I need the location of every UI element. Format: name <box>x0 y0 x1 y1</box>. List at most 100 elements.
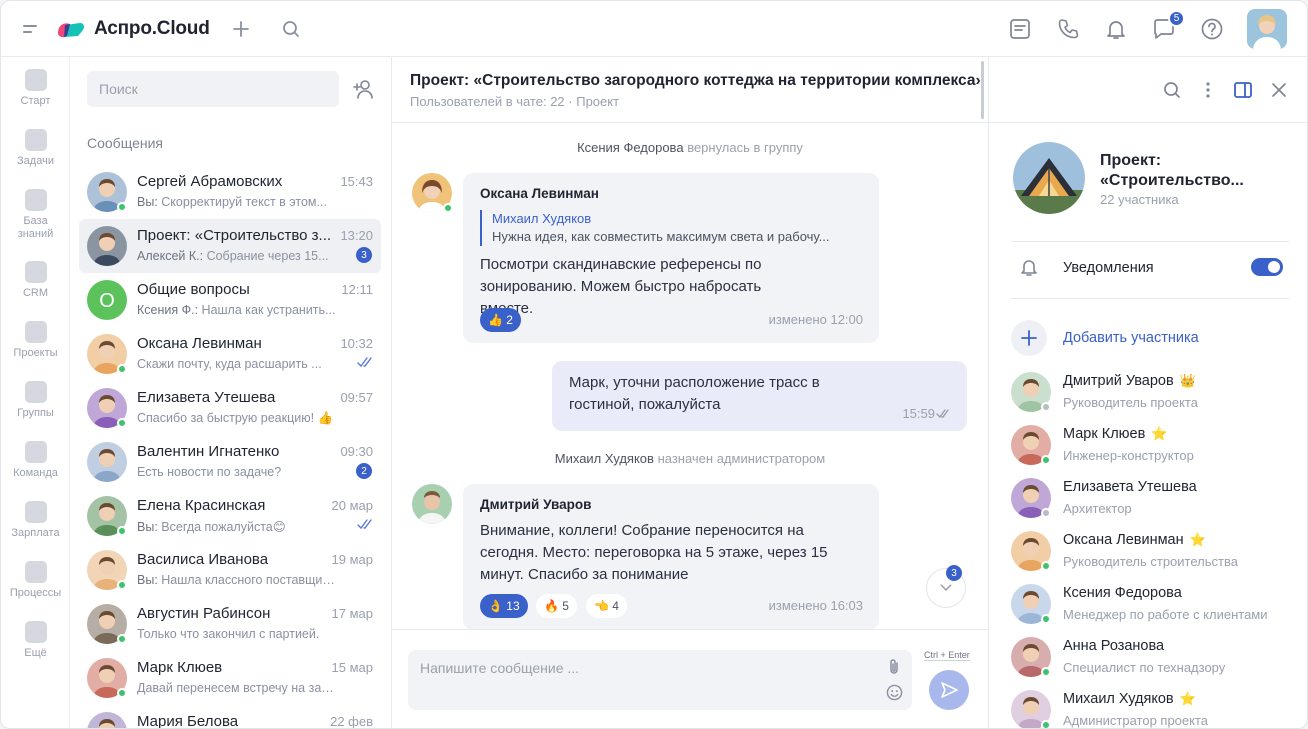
emoji-icon[interactable] <box>886 684 903 701</box>
message-quote[interactable]: Михаил Худяков Нужна идея, как совместит… <box>480 210 829 246</box>
messages-section-title: Сообщения <box>87 135 163 151</box>
message-bubble[interactable]: Оксана Левинман Михаил Худяков Нужна иде… <box>463 173 879 343</box>
nav-item-7[interactable]: Команда <box>1 441 70 480</box>
chat-preview: Вы: Всегда пожалуйста😊 <box>137 519 337 534</box>
quote-author: Михаил Худяков <box>492 211 592 226</box>
fire-icon: 🔥 <box>544 599 559 613</box>
read-checks-icon <box>357 357 372 368</box>
member-item[interactable]: Михаил Худяков ⭐ Администратор проекта <box>1011 687 1301 728</box>
nav-item-10[interactable]: Ещё <box>1 621 70 660</box>
notifications-toggle[interactable] <box>1251 258 1283 276</box>
member-item[interactable]: Дмитрий Уваров 👑 Руководитель проекта <box>1011 369 1301 417</box>
plus-icon[interactable] <box>231 19 251 39</box>
chat-preview: Есть новости по задаче? <box>137 465 337 479</box>
bell-icon[interactable] <box>1103 16 1129 42</box>
member-name-text: Елизавета Утешева <box>1063 479 1197 495</box>
send-button[interactable] <box>929 670 969 710</box>
member-item[interactable]: Оксана Левинман ⭐ Руководитель строительст… <box>1011 528 1301 576</box>
chat-search-input[interactable] <box>87 71 339 107</box>
chat-icon[interactable]: 5 <box>1151 10 1185 42</box>
chat-list-item[interactable]: Сергей Абрамовских 15:43 Вы: Скорректируй … <box>79 165 381 219</box>
reaction-thumbs-up[interactable]: 👍 2 <box>480 308 521 332</box>
chat-list-item[interactable]: Оксана Левинман 10:32 Скажи почту, куда р… <box>79 327 381 381</box>
message-input[interactable] <box>408 650 912 710</box>
menu-icon[interactable] <box>23 21 41 37</box>
status-indicator <box>1041 667 1051 677</box>
conversation-header: Проект: «Строительство загородного котте… <box>392 57 988 123</box>
more-vertical-icon[interactable] <box>1197 79 1219 101</box>
search-icon[interactable] <box>281 19 301 39</box>
chat-preview-author: Вы: <box>137 573 158 587</box>
member-name-text: Оксана Левинман <box>1063 532 1184 548</box>
chat-list-item[interactable]: Августин Рабинсон 17 мар Только что закон… <box>79 597 381 651</box>
message-text: Посмотри скандинавские референсы по зони… <box>480 256 762 317</box>
chat-list-item[interactable]: Елизавета Утешева 09:57 Спасибо за быстру… <box>79 381 381 435</box>
attachment-icon[interactable] <box>886 658 902 676</box>
member-role: Руководитель проекта <box>1063 395 1198 410</box>
nav-item-9[interactable]: Процессы <box>1 561 70 600</box>
chat-list-item[interactable]: Валентин Игнатенко 09:30 Есть новости по … <box>79 435 381 489</box>
message-avatar[interactable] <box>412 484 452 524</box>
nav-item-6[interactable]: Группы <box>1 381 70 420</box>
panel-toggle-icon[interactable] <box>1232 79 1254 101</box>
reaction-fire[interactable]: 🔥 5 <box>536 594 577 618</box>
chat-preview-text: Собрание через 15... <box>206 249 329 263</box>
chat-time: 15 мар <box>331 660 373 675</box>
member-item[interactable]: Елизавета Утешева Архитектор <box>1011 475 1301 523</box>
member-role: Менеджер по работе с клиентами <box>1063 607 1268 622</box>
top-actions: 5 <box>985 9 1287 49</box>
chat-time: 15:43 <box>340 174 373 189</box>
chat-preview: Только что закончил с партией. <box>137 627 337 641</box>
chat-avatar: О <box>87 280 127 320</box>
nav-item-8[interactable]: Зарплата <box>1 501 70 540</box>
read-checks-icon <box>357 519 372 530</box>
reaction-point[interactable]: 👈 4 <box>586 594 627 618</box>
member-item[interactable]: Анна Розанова Специалист по технадзору <box>1011 634 1301 682</box>
close-icon[interactable] <box>1268 79 1290 101</box>
chat-list-item[interactable]: Мария Белова 22 фев <box>79 705 381 729</box>
nav-item-label: Процессы <box>9 587 62 599</box>
chat-list: Сообщения Сергей Абрамовских15:43Вы: Ско… <box>70 57 392 729</box>
composer: Ctrl + Enter <box>392 629 988 728</box>
chat-list-item[interactable]: Проект: «Строительство з... 13:20 Алексей … <box>79 219 381 273</box>
chat-name: Проект: «Строительство з... <box>137 227 332 244</box>
reaction-ok-hand[interactable]: 👌 13 <box>480 594 528 618</box>
my-message-bubble[interactable]: Марк, уточни расположение трасс в гостин… <box>552 361 967 431</box>
nav-item-label: CRM <box>22 287 49 299</box>
member-name: Оксана Левинман ⭐ <box>1063 532 1206 548</box>
nav-item-5[interactable]: Проекты <box>1 321 70 360</box>
member-item[interactable]: Марк Клюев ⭐ Инженер-конструктор <box>1011 422 1301 470</box>
chat-list-item[interactable]: О Общие вопросы 12:11 Ксения Ф.: Нашла как … <box>79 273 381 327</box>
add-member-button[interactable]: Добавить участника <box>1011 320 1261 356</box>
nav-item-2[interactable]: Задачи <box>1 129 70 168</box>
user-avatar[interactable] <box>1247 9 1287 49</box>
chat-list-item[interactable]: Василиса Иванова 19 мар Вы: Нашла классног… <box>79 543 381 597</box>
message-bubble[interactable]: Дмитрий Уваров Внимание, коллеги! Собран… <box>463 484 879 630</box>
chat-list-item[interactable]: Елена Красинская 20 мар Вы: Всегда пожалуй… <box>79 489 381 543</box>
member-item[interactable]: Ксения Федорова Менеджер по работе с клие… <box>1011 581 1301 629</box>
online-indicator <box>443 203 453 213</box>
system-message-text: вернулась в группу <box>687 140 803 155</box>
header-scrollbar[interactable] <box>981 61 984 119</box>
search-icon[interactable] <box>1161 79 1183 101</box>
system-message-text: назначен администратором <box>657 451 826 466</box>
chat-list-item[interactable]: Марк Клюев 15 мар Давай перенесем встречу… <box>79 651 381 705</box>
add-user-icon[interactable] <box>352 77 376 101</box>
member-name-text: Марк Клюев <box>1063 426 1146 442</box>
phone-icon[interactable] <box>1055 16 1081 42</box>
help-icon[interactable] <box>1199 16 1225 42</box>
nav-item-4[interactable]: CRM <box>1 261 70 300</box>
groups-icon <box>24 381 47 403</box>
bell-icon <box>1021 260 1037 276</box>
message-meta: изменено 16:03 <box>768 598 863 613</box>
notes-icon[interactable] <box>1007 16 1033 42</box>
logo[interactable]: Аспро.Cloud <box>56 18 210 40</box>
project-photo[interactable] <box>1013 142 1085 214</box>
chat-name: Мария Белова <box>137 713 239 729</box>
member-count: 22 участника <box>1100 192 1179 207</box>
chat-time: 12:11 <box>341 282 373 297</box>
online-indicator <box>117 526 127 536</box>
nav-item-3[interactable]: База знаний <box>1 189 70 241</box>
nav-item-1[interactable]: Старт <box>1 69 70 108</box>
reaction-count: 5 <box>562 599 569 613</box>
